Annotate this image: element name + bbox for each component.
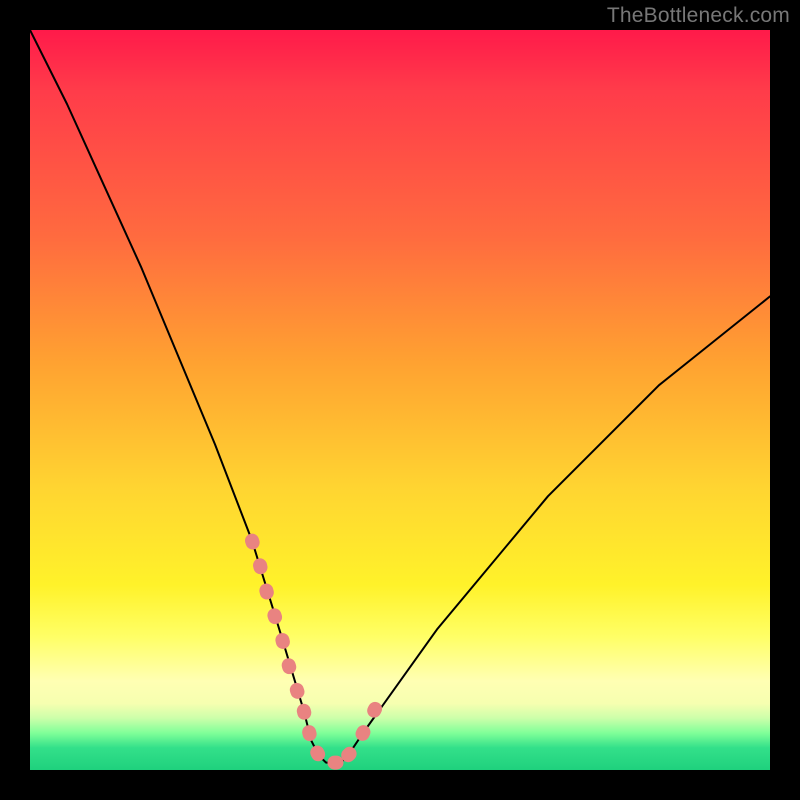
- curve-layer: [30, 30, 770, 770]
- watermark-text: TheBottleneck.com: [607, 4, 790, 28]
- plot-area: [30, 30, 770, 770]
- bottleneck-curve: [30, 30, 770, 763]
- chart-frame: TheBottleneck.com: [0, 0, 800, 800]
